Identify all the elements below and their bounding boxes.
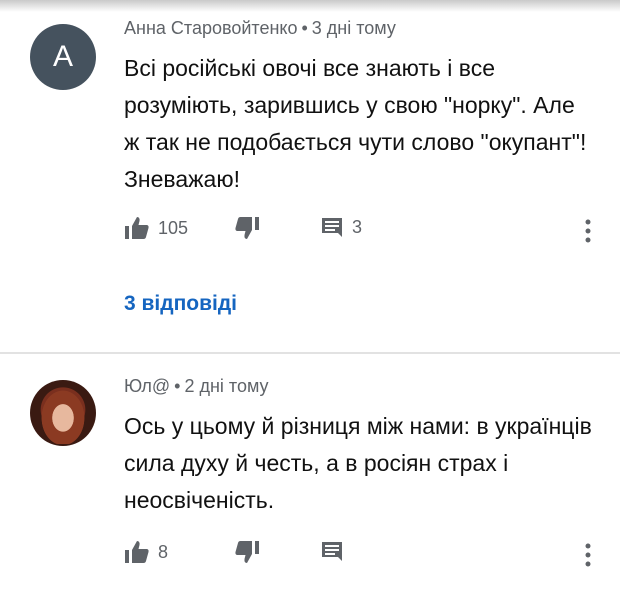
dislike-button[interactable] — [234, 540, 260, 564]
thumb-down-icon — [234, 216, 260, 240]
avatar-letter: A — [52, 40, 73, 73]
reply-count: 3 — [352, 216, 363, 237]
avatar[interactable]: A — [30, 24, 96, 90]
comment-actions: 105 3 — [124, 216, 604, 246]
reply-button[interactable] — [320, 540, 344, 562]
avatar-photo — [38, 386, 88, 444]
top-shadow — [0, 0, 620, 12]
comment-meta: Анна Старовойтенко • 3 дні тому — [124, 18, 396, 39]
comment-divider — [0, 352, 620, 354]
like-count: 105 — [158, 217, 189, 238]
comment-text: Ось у цьому й різниця між нами: в україн… — [124, 413, 592, 513]
more-options-button[interactable] — [584, 542, 592, 568]
comment-icon — [320, 216, 344, 238]
dislike-button[interactable] — [234, 216, 260, 240]
comment-icon — [320, 540, 344, 562]
thumb-up-icon — [124, 216, 150, 240]
more-vert-icon — [584, 218, 592, 244]
like-count: 8 — [158, 541, 169, 562]
more-options-button[interactable] — [584, 218, 592, 244]
meta-separator: • — [174, 376, 181, 396]
comment-time[interactable]: 2 дні тому — [184, 376, 268, 396]
avatar[interactable] — [30, 380, 96, 446]
comment-time[interactable]: 3 дні тому — [312, 18, 396, 38]
author-name[interactable]: Юл@ — [124, 376, 170, 396]
thumb-up-icon — [124, 540, 150, 564]
comment-meta: Юл@ • 2 дні тому — [124, 376, 269, 397]
reply-button[interactable]: 3 — [320, 216, 362, 238]
more-vert-icon — [584, 542, 592, 568]
view-replies-link[interactable]: 3 відповіді — [124, 292, 237, 316]
comment-text: Всі російські овочі все знають і все роз… — [124, 55, 587, 192]
like-button[interactable]: 8 — [124, 540, 168, 564]
thumb-down-icon — [234, 540, 260, 564]
comment-actions: 8 — [124, 540, 604, 570]
author-name[interactable]: Анна Старовойтенко — [124, 18, 297, 38]
like-button[interactable]: 105 — [124, 216, 188, 240]
meta-separator: • — [301, 18, 308, 38]
